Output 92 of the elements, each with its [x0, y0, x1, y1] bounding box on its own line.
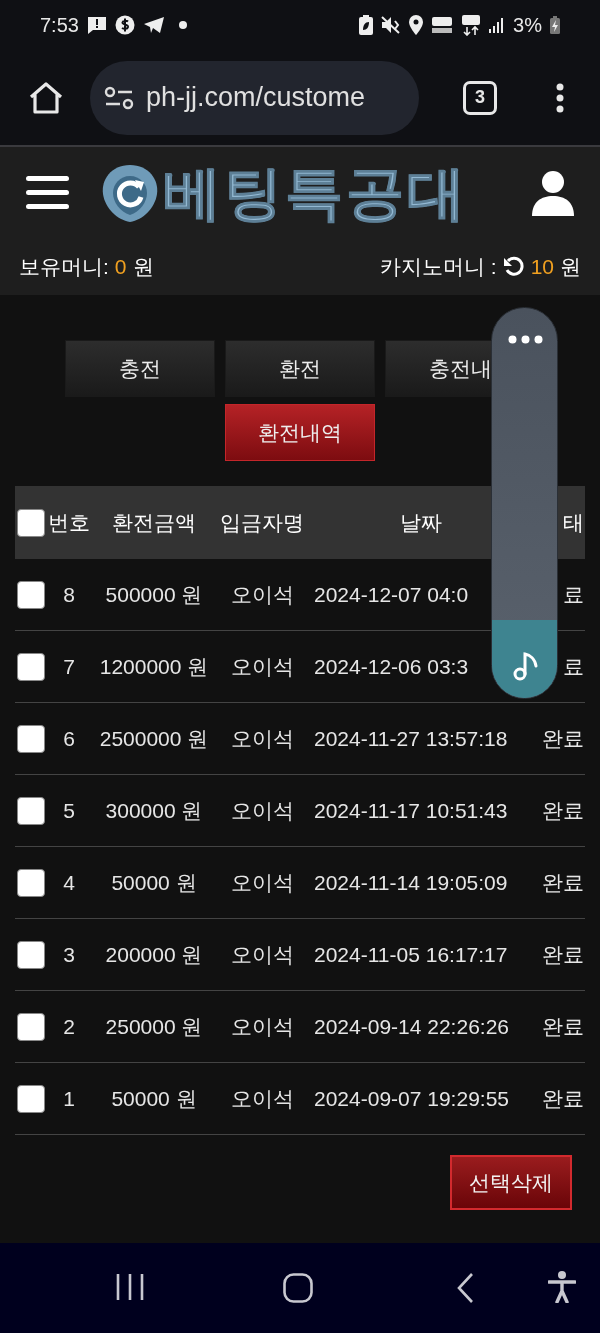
- table-cell-text: 7: [62, 653, 76, 680]
- table-cell-text: 완료: [541, 1013, 585, 1040]
- table-cell-text: 완료: [541, 725, 585, 752]
- table-cell-text: 50000 원: [110, 869, 198, 896]
- balance-unit: 원: [132, 254, 154, 281]
- checkbox[interactable]: [17, 1012, 45, 1041]
- table-cell-text: 오이석: [229, 725, 295, 752]
- menu-icon[interactable]: [26, 174, 69, 212]
- table-cell-text: 오이석: [229, 653, 295, 680]
- more-options-icon[interactable]: [508, 335, 543, 344]
- music-note-icon: [513, 651, 539, 681]
- refresh-icon[interactable]: [502, 256, 525, 278]
- balance-label: 보유머니:: [19, 254, 109, 281]
- table-cell-text: 완료: [541, 869, 585, 896]
- message-alert-icon: [86, 16, 107, 34]
- table-cell-text: 오이석: [229, 941, 295, 968]
- dot-icon: [178, 21, 187, 29]
- table-cell-text: 2024-12-07 04:0: [314, 581, 469, 608]
- table-cell-text: 1: [62, 1085, 76, 1112]
- table-cell-text: 50000 원: [110, 1085, 198, 1112]
- back-icon[interactable]: [456, 1272, 474, 1304]
- site-settings-icon[interactable]: [104, 85, 134, 110]
- user-icon[interactable]: [532, 170, 574, 216]
- delete-selected-button[interactable]: 선택삭제: [450, 1155, 572, 1210]
- column-header: 번호: [47, 509, 91, 536]
- table-cell-text: 1200000 원: [98, 653, 210, 680]
- balance-amount: 0: [114, 254, 127, 281]
- address-bar[interactable]: ph-jj.com/custome: [90, 60, 419, 135]
- checkbox[interactable]: [17, 940, 45, 969]
- paper-plane-icon: [142, 16, 165, 34]
- column-header: 날짜: [399, 509, 443, 536]
- location-icon: [409, 15, 424, 35]
- recent-apps-icon[interactable]: [116, 1273, 144, 1301]
- checkbox[interactable]: [17, 1084, 45, 1113]
- clock-time: 7:53: [40, 13, 79, 38]
- table-cell-text: 5: [62, 797, 76, 824]
- table-cell-text: 2024-09-14 22:26:26: [314, 1013, 509, 1040]
- table-cell-text: 완료: [541, 1085, 585, 1112]
- casino-money-unit: 원: [560, 254, 581, 281]
- table-cell-text: 오이석: [229, 1013, 295, 1040]
- site-logo-text: 베팅특공대: [163, 164, 468, 222]
- tab[interactable]: 환전내역: [225, 404, 375, 461]
- volume-dialog[interactable]: [491, 307, 558, 699]
- checkbox[interactable]: [17, 652, 45, 681]
- checkbox[interactable]: [17, 796, 45, 825]
- casino-money-amount: 10: [530, 254, 554, 281]
- checkbox[interactable]: [17, 868, 45, 897]
- table-cell-text: 3: [62, 941, 76, 968]
- table-cell-text: 완료: [541, 941, 585, 968]
- table-cell-text: 료: [562, 653, 585, 680]
- tab-count-button[interactable]: 3: [463, 80, 497, 115]
- battery-saver-icon: [359, 15, 374, 35]
- column-header: 입금자명: [219, 509, 305, 536]
- casino-money-label: 카지노머니 :: [379, 254, 497, 281]
- table-cell-text: 오이석: [229, 1085, 295, 1112]
- table-cell-text: 200000 원: [104, 941, 204, 968]
- table-cell-text: 오이석: [229, 869, 295, 896]
- checkbox[interactable]: [17, 580, 45, 609]
- url-text: ph-jj.com/custome: [146, 81, 366, 115]
- battery-percent: 3%: [513, 13, 542, 38]
- home-button-icon[interactable]: [283, 1273, 313, 1303]
- table-cell-text: 2024-11-17 10:51:43: [314, 797, 508, 824]
- table-cell-text: 2024-12-06 03:3: [314, 653, 469, 680]
- table-cell-text: 500000 원: [104, 581, 204, 608]
- table-cell-text: 8: [62, 581, 76, 608]
- dollar-icon: [114, 15, 135, 35]
- table-cell-text: 2: [62, 1013, 76, 1040]
- table-cell-text: 250000 원: [104, 1013, 204, 1040]
- mute-icon: [381, 16, 402, 34]
- table-cell-text: 2024-09-07 19:29:55: [314, 1085, 509, 1112]
- table-cell-text: 2500000 원: [98, 725, 210, 752]
- tab[interactable]: 충전: [65, 340, 215, 397]
- table-cell-text: 완료: [541, 797, 585, 824]
- table-cell-text: 2024-11-14 19:05:09: [314, 869, 508, 896]
- table-cell-text: 2024-11-27 13:57:18: [314, 725, 508, 752]
- table-cell-text: 오이석: [229, 797, 295, 824]
- home-icon[interactable]: [28, 80, 64, 115]
- table-cell-text: 2024-11-05 16:17:17: [314, 941, 508, 968]
- battery-charging-icon: [550, 16, 560, 34]
- column-header: 태: [562, 509, 585, 536]
- column-header: 환전금액: [111, 509, 197, 536]
- checkbox[interactable]: [17, 508, 45, 537]
- table-cell-text: 300000 원: [104, 797, 204, 824]
- more-menu-icon[interactable]: [556, 82, 564, 113]
- tab[interactable]: 환전: [225, 340, 375, 397]
- table-cell-text: 료: [562, 581, 585, 608]
- accessibility-icon[interactable]: [548, 1271, 576, 1303]
- signal-icon: [489, 17, 506, 33]
- table-cell-text: 오이석: [229, 581, 295, 608]
- checkbox[interactable]: [17, 724, 45, 753]
- table-cell-text: 6: [62, 725, 76, 752]
- table-cell-text: 4: [62, 869, 76, 896]
